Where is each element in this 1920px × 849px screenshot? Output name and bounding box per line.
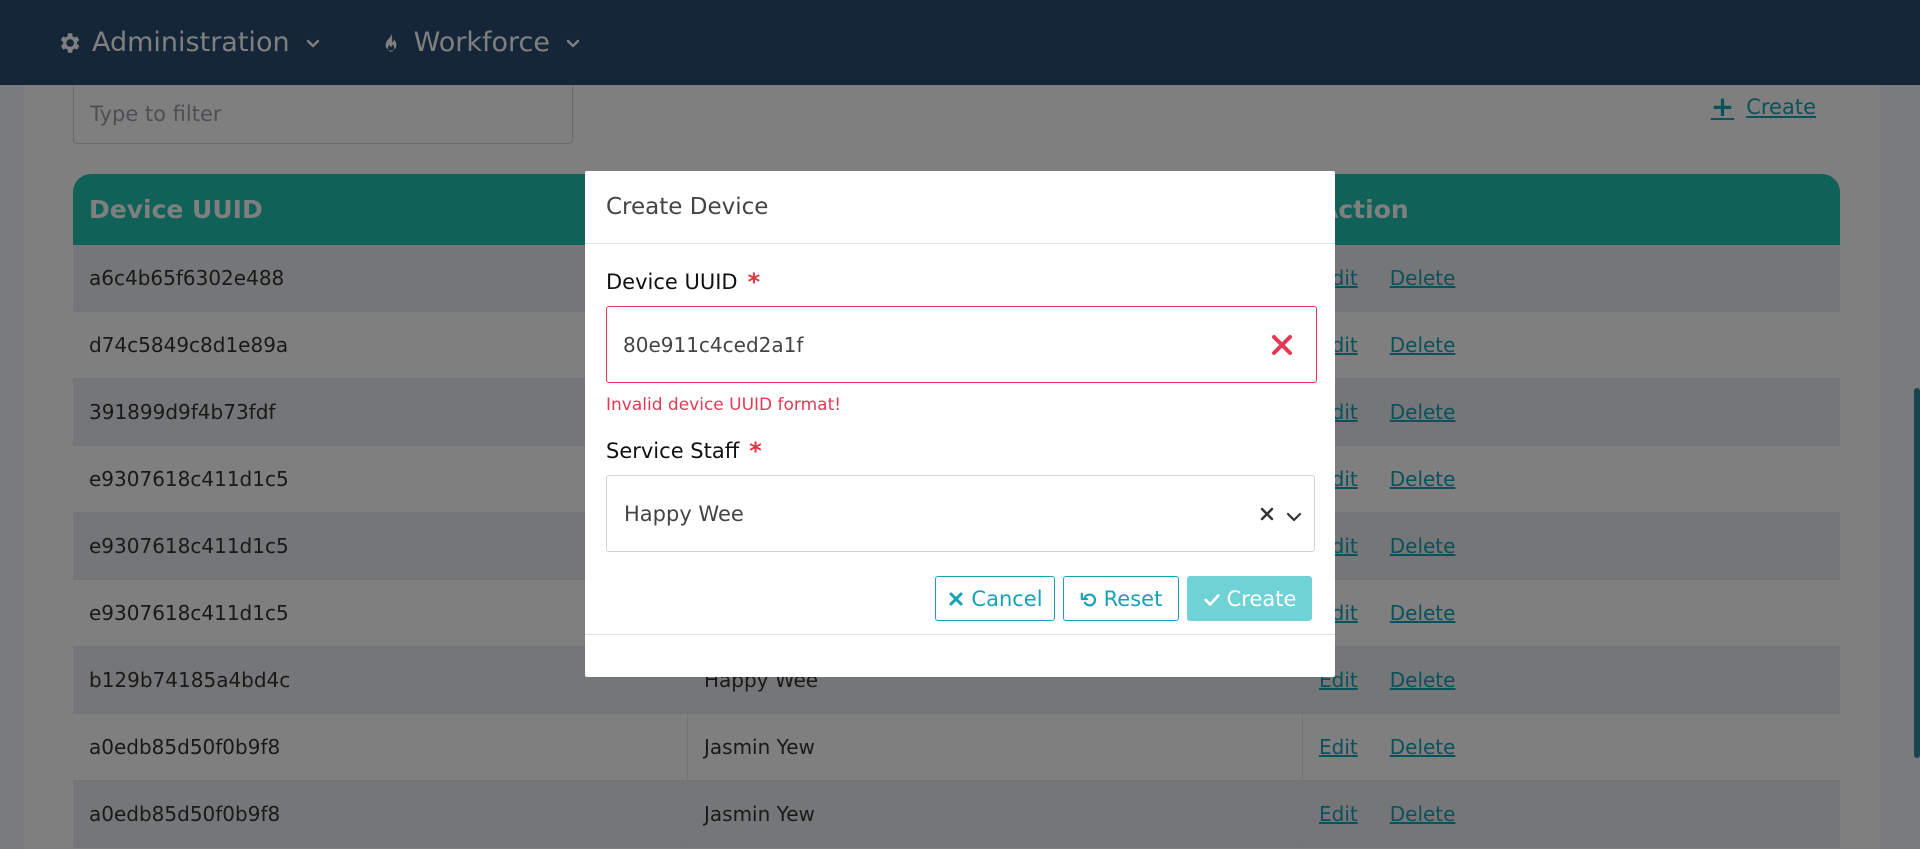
reset-button-label: Reset: [1103, 586, 1163, 611]
create-button[interactable]: Create: [1187, 576, 1312, 621]
create-button-label: Create: [1226, 586, 1297, 611]
service-staff-select[interactable]: Happy Wee: [606, 475, 1315, 552]
uuid-error-message: Invalid device UUID format!: [606, 395, 842, 415]
dialog-title: Create Device: [585, 171, 1335, 244]
cancel-button-label: Cancel: [971, 586, 1043, 611]
dialog-body: Device UUID * Invalid device UUID format…: [585, 244, 1335, 621]
clear-selection-icon[interactable]: [1260, 506, 1274, 521]
create-device-dialog: Create Device Device UUID * Invalid devi…: [585, 171, 1335, 677]
required-asterisk: *: [747, 268, 761, 296]
error-x-icon: [1268, 331, 1296, 359]
dialog-footer-divider: [585, 634, 1335, 635]
device-uuid-label-text: Device UUID: [606, 270, 738, 294]
device-uuid-field: [606, 306, 1317, 383]
cancel-button[interactable]: Cancel: [935, 576, 1055, 621]
reset-button[interactable]: Reset: [1063, 576, 1179, 621]
check-icon: [1203, 590, 1221, 608]
service-staff-value: Happy Wee: [624, 501, 744, 526]
close-icon: [947, 590, 965, 608]
service-staff-label: Service Staff *: [606, 437, 1315, 465]
undo-icon: [1080, 590, 1098, 608]
device-uuid-label: Device UUID *: [606, 268, 1315, 296]
chevron-down-icon[interactable]: [1286, 508, 1302, 522]
device-uuid-input[interactable]: [607, 307, 1247, 382]
service-staff-label-text: Service Staff: [606, 439, 740, 463]
required-asterisk: *: [749, 437, 762, 465]
dialog-actions: Cancel Reset Create: [606, 576, 1315, 621]
